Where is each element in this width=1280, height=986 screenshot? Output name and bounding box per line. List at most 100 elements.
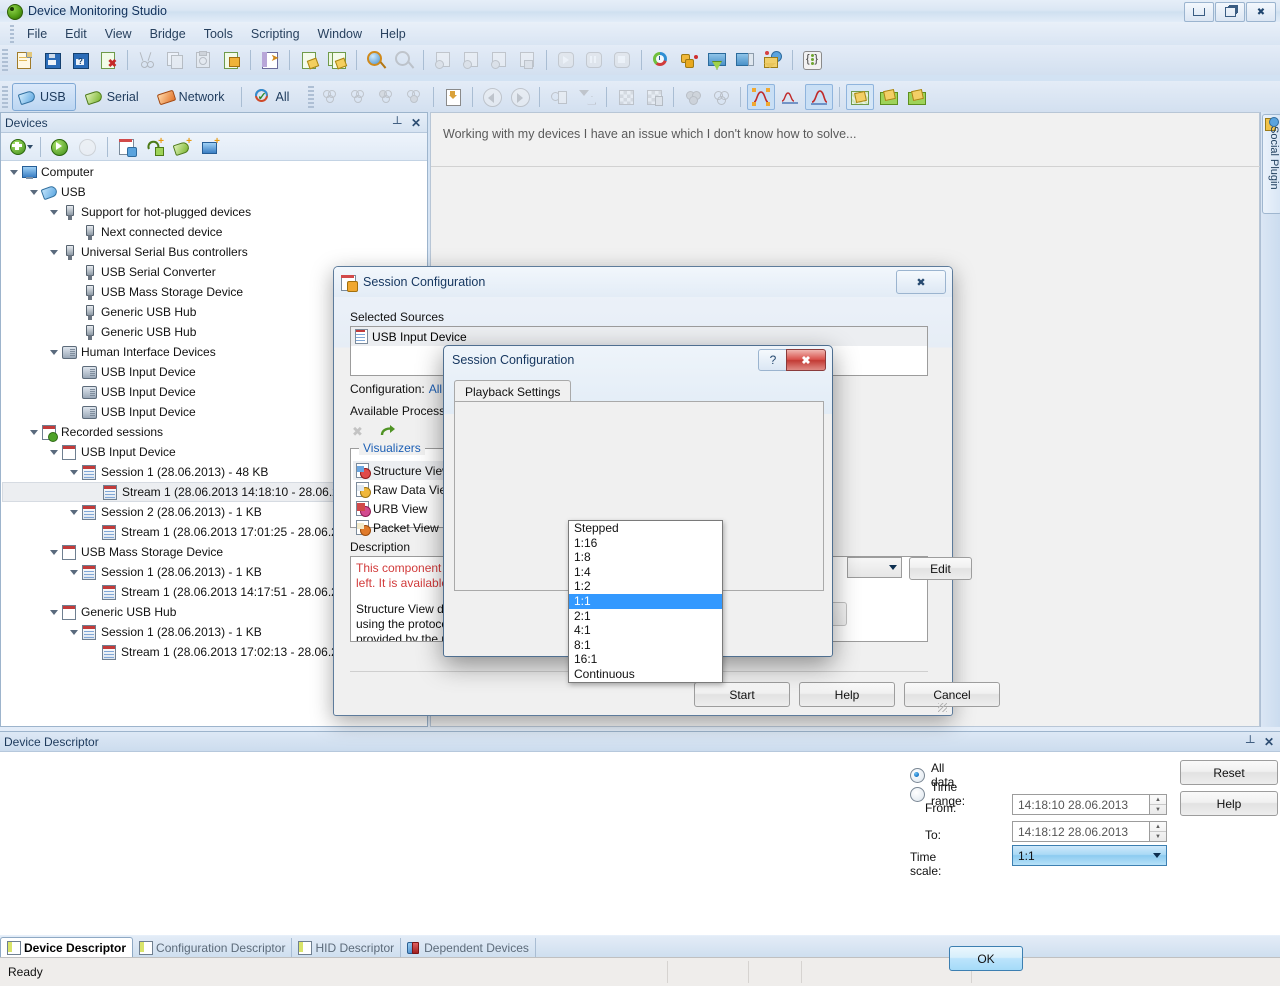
script-braces-icon[interactable]: { } (799, 48, 825, 72)
close-icon[interactable]: ✖ (786, 349, 826, 371)
new-session-icon[interactable] (430, 48, 456, 72)
split-window-icon[interactable]: ➤ (257, 48, 283, 72)
note-add-icon[interactable] (876, 85, 902, 109)
find-next-icon[interactable] (391, 48, 417, 72)
menu-item-view[interactable]: View (96, 24, 141, 44)
chart-peak-icon[interactable] (805, 83, 834, 110)
minimize-icon[interactable] (1184, 2, 1214, 22)
find-icon[interactable] (363, 48, 389, 72)
expander-icon[interactable] (48, 206, 60, 218)
pause-icon[interactable] (581, 48, 607, 72)
time-scale-dropdown[interactable]: Stepped 1:16 1:8 1:4 1:2 1:1 2:1 4:1 8:1 16:1 Cont… (568, 520, 723, 683)
dropdown-option[interactable]: Stepped (569, 521, 722, 536)
expander-icon[interactable] (28, 426, 40, 438)
menu-item-file[interactable]: File (18, 24, 56, 44)
from-field-group[interactable]: 14:18:10 28.06.2013 ▲ ▼ (1012, 794, 1167, 815)
toolbar-gripper[interactable] (2, 49, 8, 71)
tab-playback-settings[interactable]: Playback Settings (454, 380, 572, 403)
stop-icon[interactable] (609, 48, 635, 72)
filter-tab-usb[interactable]: USB (12, 82, 76, 111)
checker-info-icon[interactable] (641, 85, 667, 109)
menu-item-help[interactable]: Help (371, 24, 415, 44)
object-info-icon[interactable] (546, 85, 572, 109)
preset-combo[interactable] (847, 557, 902, 578)
message-icon[interactable] (704, 48, 730, 72)
menu-item-scripting[interactable]: Scripting (242, 24, 309, 44)
tree-item[interactable]: Next connected device (2, 222, 426, 242)
menu-item-edit[interactable]: Edit (56, 24, 96, 44)
dropdown-option[interactable]: 16:1 (569, 652, 722, 667)
dropdown-option[interactable]: 1:8 (569, 550, 722, 565)
menu-item-tools[interactable]: Tools (195, 24, 242, 44)
save-as-icon[interactable]: ? (67, 48, 93, 72)
social-notify-icon[interactable] (760, 48, 786, 72)
restore-icon[interactable] (1215, 2, 1245, 22)
dropdown-option[interactable]: 2:1 (569, 609, 722, 624)
copy-icon[interactable] (162, 48, 188, 72)
save-session-icon[interactable] (514, 48, 540, 72)
expander-icon[interactable] (48, 546, 60, 558)
social-plugin-tab[interactable]: Social Plugin (1262, 114, 1280, 214)
pause-session-icon[interactable] (458, 48, 484, 72)
menu-gripper[interactable] (10, 24, 14, 43)
from-input[interactable]: 14:18:10 28.06.2013 (1012, 794, 1150, 815)
pin-icon[interactable]: ┴ (1246, 735, 1259, 749)
play-icon[interactable] (553, 48, 579, 72)
from-spinner[interactable]: ▲ ▼ (1150, 794, 1167, 815)
chart-line-icon[interactable] (777, 85, 803, 109)
prev-icon[interactable] (479, 85, 505, 109)
expander-icon[interactable] (68, 506, 80, 518)
tree-item[interactable]: Universal Serial Bus controllers (2, 242, 426, 262)
tab-hid-descriptor[interactable]: HID Descriptor (292, 938, 402, 957)
stop-icon[interactable] (75, 135, 101, 159)
reset-button[interactable]: Reset (1180, 760, 1278, 785)
save-icon[interactable] (39, 48, 65, 72)
note-open-icon[interactable] (904, 85, 930, 109)
signal-transform-icon[interactable] (574, 85, 600, 109)
tree-item[interactable]: Support for hot-plugged devices (2, 202, 426, 222)
start-button[interactable]: Start (694, 682, 790, 707)
help-button[interactable]: Help (799, 682, 895, 707)
filter-tab-all[interactable]: ✓ All (249, 84, 299, 110)
expander-icon[interactable] (68, 566, 80, 578)
expander-icon[interactable] (48, 606, 60, 618)
expander-icon[interactable] (68, 626, 80, 638)
tree-item[interactable]: Computer (2, 162, 426, 182)
tab-dependent-devices[interactable]: Dependent Devices (401, 938, 536, 957)
add-remote-icon[interactable]: + (198, 135, 224, 159)
filter-tab-serial[interactable]: Serial (80, 84, 148, 110)
paste-special-icon[interactable] (190, 48, 216, 72)
dropdown-option[interactable]: 8:1 (569, 638, 722, 653)
stop-session-icon[interactable] (486, 48, 512, 72)
dropdown-option[interactable]: 4:1 (569, 623, 722, 638)
bubbles-filled-icon[interactable] (680, 85, 706, 109)
next-icon[interactable] (507, 85, 533, 109)
message-list-icon[interactable] (732, 48, 758, 72)
expander-icon[interactable] (28, 186, 40, 198)
expander-icon[interactable] (48, 346, 60, 358)
start-icon[interactable] (47, 135, 73, 159)
plugins-icon[interactable] (676, 48, 702, 72)
bubbles-4-icon[interactable] (401, 85, 427, 109)
add-usb-icon[interactable]: + (170, 135, 196, 159)
pin-icon[interactable]: ┴ (393, 116, 406, 130)
close-icon[interactable]: ✕ (411, 116, 421, 130)
bubbles-3-icon[interactable] (373, 85, 399, 109)
expander-icon[interactable] (48, 446, 60, 458)
expander-icon[interactable] (8, 166, 20, 178)
remove-icon[interactable]: ✖ (350, 424, 366, 440)
to-field-group[interactable]: 14:18:12 28.06.2013 ▲ ▼ (1012, 821, 1167, 842)
chart-select-icon[interactable] (747, 83, 776, 110)
ok-button[interactable]: OK (949, 946, 1023, 971)
dropdown-option[interactable]: 1:1 (569, 593, 722, 609)
checker-icon[interactable] (613, 85, 639, 109)
dropdown-option[interactable]: 1:4 (569, 565, 722, 580)
tab-device-descriptor[interactable]: Device Descriptor (0, 937, 134, 957)
edit-document-2-icon[interactable] (324, 48, 350, 72)
apply-icon[interactable] (380, 424, 396, 440)
new-document-icon[interactable] (11, 48, 37, 72)
edit-document-icon[interactable] (296, 48, 322, 72)
settings-clock-icon[interactable] (648, 48, 674, 72)
new-report-icon[interactable] (114, 135, 140, 159)
filter-tab-network[interactable]: Network (152, 84, 234, 110)
